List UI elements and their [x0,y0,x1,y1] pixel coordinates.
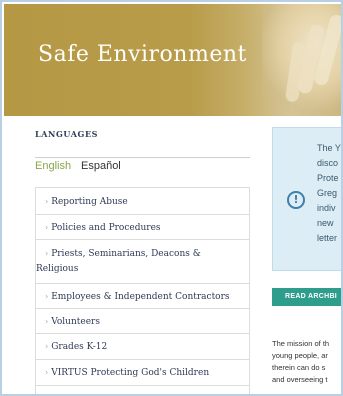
chevron-right-icon: › [45,317,49,326]
read-archbishop-letter-button[interactable]: READ ARCHBI [272,288,341,306]
sidebar-item-reporting-abuse[interactable]: › Reporting Abuse [36,188,249,215]
language-spanish-link[interactable]: Español [81,160,121,172]
header-banner: Safe Environment [4,4,341,116]
divider [35,157,250,158]
chevron-right-icon: › [45,249,49,258]
chevron-right-icon: › [45,368,49,377]
chevron-right-icon: › [45,223,49,232]
language-english-link[interactable]: English [35,160,71,172]
info-circle-icon: ! [287,191,305,209]
sidebar-item-priests-seminarians[interactable]: › Priests, Seminarians, Deacons & Religio… [36,240,249,284]
chevron-right-icon: › [45,197,49,206]
page-title: Safe Environment [38,42,247,67]
sidebar-item-policies[interactable]: › Policies and Procedures [36,215,249,240]
chevron-right-icon: › [45,292,49,301]
languages-heading: LANGUAGES [35,129,99,139]
sidebar-item-grades[interactable]: › Grades K-12 [36,334,249,360]
alert-text: The Y disco Prote Greg indiv new letter [317,143,341,243]
sidebar-item-employees[interactable]: › Employees & Independent Contractors [36,284,249,309]
sidebar-item-volunteers[interactable]: › Volunteers [36,309,249,334]
page-frame: Safe Environment LANGUAGES English Españ… [0,0,343,396]
chevron-right-icon: › [45,342,49,351]
mission-text: The mission of th young people, ar there… [272,339,330,384]
sidebar-item-virtus[interactable]: › VIRTUS Protecting God's Children [36,360,249,386]
sidebar-menu: › Reporting Abuse › Policies and Procedure… [35,187,250,394]
